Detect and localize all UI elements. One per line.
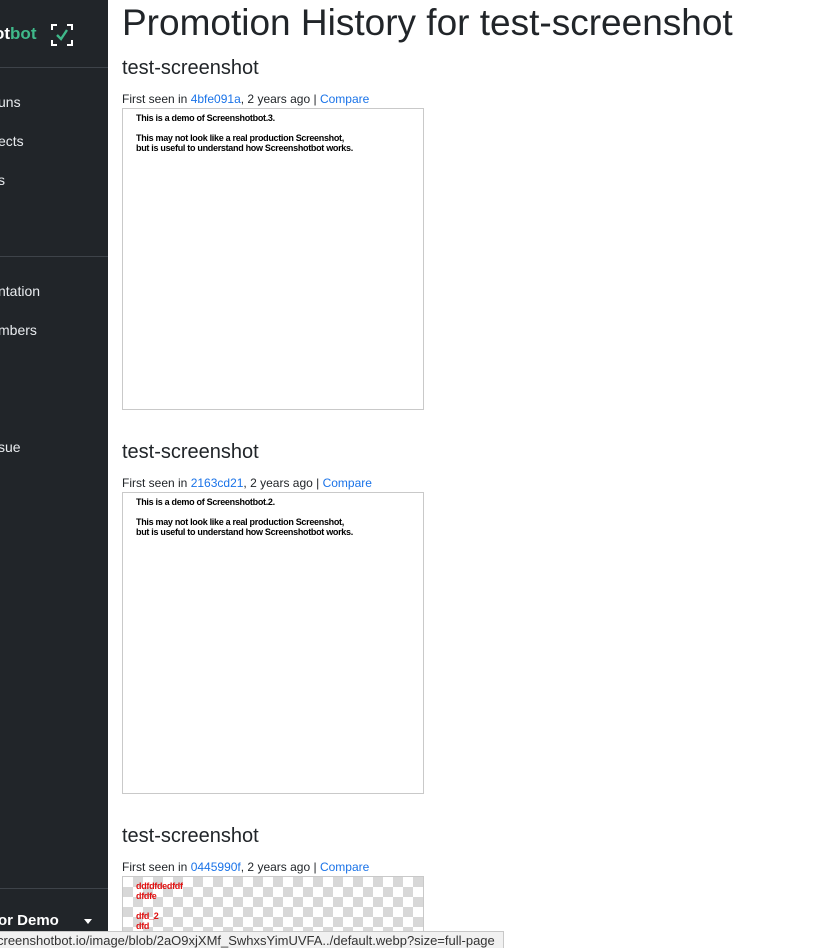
org-switcher[interactable]: or Demo: [0, 912, 59, 929]
thumbnail-text: dfdfe: [136, 891, 157, 901]
entry-meta: First seen in 0445990f, 2 years ago | Co…: [122, 860, 370, 874]
thumbnail-text: This may not look like a real production…: [136, 517, 344, 527]
thumbnail-text: This is a demo of Screenshotbot.3.: [136, 113, 275, 123]
thumbnail-text: but is useful to understand how Screensh…: [136, 143, 353, 153]
compare-link[interactable]: Compare: [320, 92, 369, 106]
sidebar-divider: [0, 888, 108, 889]
entry-meta: First seen in 4bfe091a, 2 years ago | Co…: [122, 92, 370, 106]
commit-link[interactable]: 2163cd21: [191, 476, 244, 490]
thumbnail-text: dfd_2: [136, 911, 159, 921]
sidebar-divider: [0, 256, 108, 257]
commit-link[interactable]: 0445990f: [191, 860, 241, 874]
sidebar-item-documentation[interactable]: ntation: [0, 283, 40, 299]
thumbnail-text: ddfdfdedfdf: [136, 881, 183, 891]
entry-meta: First seen in 2163cd21, 2 years ago | Co…: [122, 476, 372, 490]
compare-link[interactable]: Compare: [320, 860, 369, 874]
screenshot-check-icon: [51, 24, 73, 46]
compare-link[interactable]: Compare: [323, 476, 372, 490]
sidebar-item-projects[interactable]: ects: [0, 133, 24, 149]
thumbnail-text: This may not look like a real production…: [136, 133, 344, 143]
screenshot-thumbnail[interactable]: ddfdfdedfdf dfdfe dfd_2 dfd: [122, 876, 424, 938]
brand[interactable]: otbot: [0, 0, 108, 68]
sidebar-item-runs[interactable]: uns: [0, 94, 21, 110]
sidebar-item-members[interactable]: mbers: [0, 322, 37, 338]
entry-title: test-screenshot: [122, 57, 259, 79]
sidebar-item-reports[interactable]: s: [0, 172, 5, 188]
thumbnail-text: but is useful to understand how Screensh…: [136, 527, 353, 537]
commit-link[interactable]: 4bfe091a: [191, 92, 241, 106]
caret-down-icon[interactable]: [84, 919, 92, 924]
sidebar: otbot uns ects s ntation mbers sue or De…: [0, 0, 108, 947]
entry-title: test-screenshot: [122, 441, 259, 463]
entry-title: test-screenshot: [122, 825, 259, 847]
thumbnail-text: This is a demo of Screenshotbot.2.: [136, 497, 275, 507]
brand-logo-text: otbot: [0, 24, 37, 43]
thumbnail-text: dfd: [136, 921, 150, 931]
page-title: Promotion History for test-screenshot: [122, 2, 733, 43]
screenshot-thumbnail[interactable]: This is a demo of Screenshotbot.2. This …: [122, 492, 424, 794]
screenshot-thumbnail[interactable]: This is a demo of Screenshotbot.3. This …: [122, 108, 424, 410]
browser-status-url: creenshotbot.io/image/blob/2aO9xjXMf_Swh…: [0, 931, 504, 948]
sidebar-item-report-issue[interactable]: sue: [0, 439, 21, 455]
